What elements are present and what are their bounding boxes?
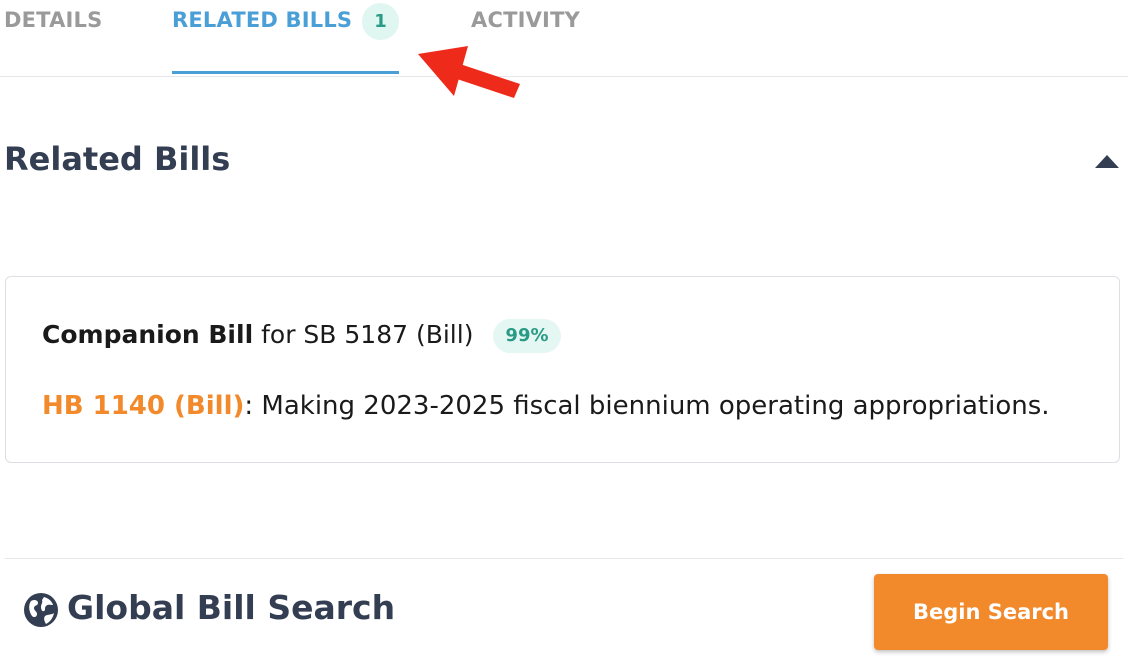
red-arrow-annotation (418, 46, 520, 98)
bill-line: HB 1140 (Bill): Making 2023-2025 fiscal … (42, 391, 1050, 421)
global-search-title: Global Bill Search (67, 588, 396, 627)
tab-bar: DETAILS RELATED BILLS 1 ACTIVITY (0, 0, 1128, 77)
page: DETAILS RELATED BILLS 1 ACTIVITY Related… (0, 0, 1128, 658)
bill-description: Making 2023-2025 fiscal biennium operati… (253, 391, 1050, 421)
begin-search-button[interactable]: Begin Search (874, 574, 1108, 650)
caret-up-icon[interactable] (1093, 152, 1121, 170)
globe-icon (24, 593, 58, 627)
bill-separator: : (244, 391, 254, 421)
tab-related-bills[interactable]: RELATED BILLS (172, 8, 352, 32)
active-tab-underline (172, 71, 399, 74)
tab-details[interactable]: DETAILS (4, 8, 102, 32)
relation-target: for SB 5187 (Bill) (253, 320, 474, 349)
arrow-shaft (448, 62, 520, 98)
related-bills-count-badge: 1 (362, 3, 399, 40)
match-percent-badge: 99% (493, 319, 561, 353)
tab-activity[interactable]: ACTIVITY (471, 8, 580, 32)
related-bill-card: Companion Bill for SB 5187 (Bill) 99% HB… (5, 276, 1120, 463)
relation-type: Companion Bill (42, 320, 254, 349)
section-title: Related Bills (4, 140, 231, 178)
bill-link[interactable]: HB 1140 (Bill) (42, 391, 244, 421)
relation-line: Companion Bill for SB 5187 (Bill) 99% (42, 319, 561, 353)
section-divider (5, 558, 1123, 559)
